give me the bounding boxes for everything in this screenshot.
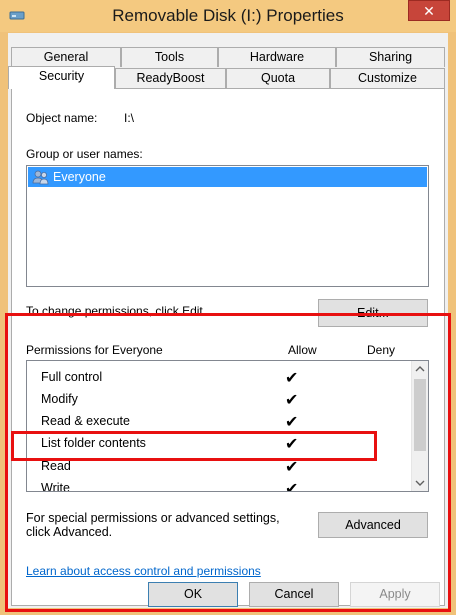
dialog-client-area: General Tools Hardware Sharing Security … (8, 33, 448, 608)
tab-label: Customize (357, 71, 418, 85)
allow-column-header: Allow (288, 343, 317, 357)
ok-button[interactable]: OK (148, 582, 238, 607)
users-icon (32, 170, 49, 185)
tab-security[interactable]: Security (8, 66, 115, 89)
object-name-value: I:\ (124, 111, 135, 125)
properties-window: Removable Disk (I:) Properties ✕ General… (0, 0, 456, 615)
tab-tools[interactable]: Tools (121, 47, 218, 67)
permission-name: Read & execute (41, 414, 130, 428)
security-panel: Object name: I:\ Group or user names: Ev… (11, 88, 445, 606)
scrollbar-thumb[interactable] (414, 379, 426, 451)
advanced-hint-line1: For special permissions or advanced sett… (26, 511, 280, 525)
tab-readyboost[interactable]: ReadyBoost (115, 68, 226, 88)
close-icon: ✕ (423, 3, 435, 19)
list-item-everyone[interactable]: Everyone (28, 167, 427, 187)
apply-button[interactable]: Apply (350, 582, 440, 607)
tab-label: Security (38, 69, 85, 83)
allow-check-icon: ✔ (285, 370, 299, 387)
tab-quota[interactable]: Quota (226, 68, 330, 88)
permission-name: Modify (41, 392, 78, 406)
scroll-down-icon[interactable] (415, 479, 425, 487)
group-label: Group or user names: (26, 147, 143, 161)
tab-label: Hardware (249, 50, 305, 64)
window-title: Removable Disk (I:) Properties (112, 6, 344, 25)
advanced-hint: For special permissions or advanced sett… (26, 511, 280, 539)
tab-label: Sharing (368, 50, 413, 64)
title-bar[interactable]: Removable Disk (I:) Properties ✕ (0, 0, 456, 32)
object-name-label: Object name: (26, 111, 98, 125)
permission-name: Full control (41, 370, 103, 384)
tab-label: General (43, 50, 89, 64)
tab-hardware[interactable]: Hardware (218, 47, 336, 67)
allow-check-icon: ✔ (285, 414, 299, 431)
permission-row: Read ✔ (27, 456, 407, 478)
access-control-link[interactable]: Learn about access control and permissio… (26, 564, 261, 578)
permission-row: Modify ✔ (27, 389, 407, 411)
group-list[interactable]: Everyone (26, 165, 429, 287)
scroll-up-icon[interactable] (415, 365, 425, 373)
allow-check-icon: ✔ (285, 459, 299, 476)
list-item-label: Everyone (53, 170, 106, 184)
tab-sharing[interactable]: Sharing (336, 47, 445, 67)
permission-name: List folder contents (41, 436, 146, 450)
permission-row: Full control ✔ (27, 367, 407, 389)
cancel-button[interactable]: Cancel (249, 582, 339, 607)
permission-row: Write ✔ (27, 478, 407, 492)
tab-customize[interactable]: Customize (330, 68, 445, 88)
tab-label: Quota (260, 71, 296, 85)
permission-row: Read & execute ✔ (27, 411, 407, 433)
permissions-scrollbar[interactable] (411, 361, 428, 491)
deny-column-header: Deny (367, 343, 396, 357)
permission-name: Write (41, 481, 70, 492)
allow-check-icon: ✔ (285, 392, 299, 409)
advanced-hint-line2: click Advanced. (26, 525, 113, 539)
edit-button[interactable]: Edit... (318, 299, 428, 327)
tab-label: ReadyBoost (136, 71, 205, 85)
tab-general[interactable]: General (11, 47, 121, 67)
edit-hint: To change permissions, click Edit. (26, 304, 207, 318)
tab-label: Tools (154, 50, 185, 64)
permissions-header: Permissions for Everyone (26, 343, 163, 357)
permissions-list[interactable]: Full control ✔ Modify ✔ Read & execute ✔… (26, 360, 429, 492)
permission-row: List folder contents ✔ (27, 433, 407, 455)
permission-name: Read (41, 459, 71, 473)
advanced-button[interactable]: Advanced (318, 512, 428, 538)
close-button[interactable]: ✕ (408, 0, 450, 21)
allow-check-icon: ✔ (285, 481, 299, 492)
allow-check-icon: ✔ (285, 436, 299, 453)
